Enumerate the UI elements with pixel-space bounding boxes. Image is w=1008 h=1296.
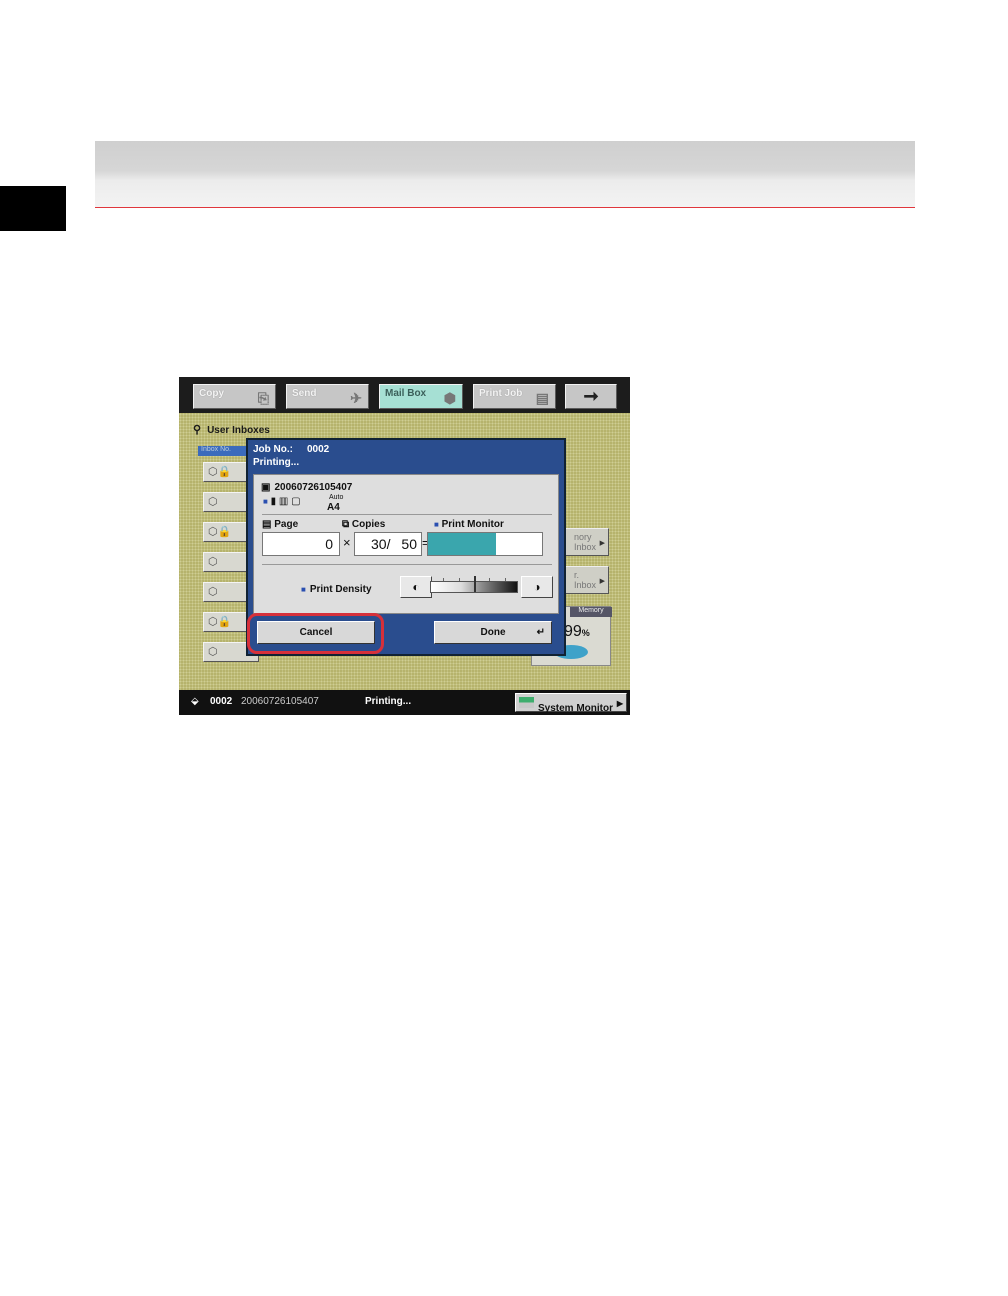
tray-icon: ▥ <box>278 496 289 507</box>
copies-done: 30/ <box>371 536 391 552</box>
tab-print-job-label: Print Job <box>479 388 523 399</box>
done-button[interactable]: Done ↵ <box>434 621 552 644</box>
print-monitor-text: Print Monitor <box>441 519 504 530</box>
chapter-tab <box>0 186 66 231</box>
tick <box>489 578 490 581</box>
top-tab-bar: Copy ⎘ Send ✈ Mail Box ⬢ Print Job ▤ ➞ <box>179 377 630 413</box>
density-slider[interactable] <box>430 576 518 593</box>
tab-copy-label: Copy <box>199 388 224 399</box>
job-number-label: Job No.: <box>253 444 293 455</box>
multiply-sign: × <box>343 535 351 550</box>
page-field: 0 <box>262 532 340 556</box>
enter-icon: ↵ <box>536 627 545 638</box>
job-number-value: 0002 <box>307 444 330 455</box>
document-icon: ▣ <box>261 482 271 493</box>
printer-status-icon: ⬙ <box>191 696 199 707</box>
chevron-right-icon: ▶ <box>599 540 605 547</box>
print-progress-fill <box>428 533 497 555</box>
page-header-text: Page <box>274 519 299 530</box>
system-monitor-icon <box>519 697 534 708</box>
job-status: Printing... <box>253 457 300 468</box>
bullet-icon: ■ <box>301 585 306 594</box>
memory-inbox-label: nory Inbox <box>574 532 597 552</box>
tab-more-button[interactable]: ➞ <box>565 384 617 409</box>
memory-unit: % <box>581 628 590 638</box>
memory-number: 99 <box>564 623 582 640</box>
bullet-icon: ■ <box>263 497 268 506</box>
printer-icon: ▤ <box>535 390 549 406</box>
copies-icon: ⧉ <box>342 519 350 530</box>
system-monitor-button[interactable]: System Monitor ▶ <box>515 693 627 714</box>
density-lighter-button[interactable]: ◐ <box>400 576 432 598</box>
job-detail-panel: ▣ 20060726105407 ■ ▮ ▥ ▢ Auto A4 ▤ Page ⧉… <box>253 474 559 614</box>
tab-mail-box-label: Mail Box <box>385 388 427 399</box>
status-job-no: 0002 <box>210 696 233 707</box>
header-band <box>95 141 915 207</box>
memory-label: Memory <box>570 607 612 617</box>
header-rule <box>95 207 915 208</box>
inbox-title: ⚲ User Inboxes <box>193 423 270 436</box>
print-density-text: Print Density <box>309 584 372 595</box>
system-inbox-label: r. Inbox <box>574 570 597 590</box>
tab-send[interactable]: Send ✈ <box>286 384 369 409</box>
chevron-right-icon: ▶ <box>599 578 605 585</box>
print-monitor-bar <box>427 532 543 556</box>
auto-label: Auto <box>329 494 344 501</box>
tab-copy[interactable]: Copy ⎘ <box>193 384 276 409</box>
tick <box>459 578 460 581</box>
send-plane-icon: ✈ <box>350 390 362 406</box>
half-circle-right-icon: ◑ <box>533 580 541 594</box>
paper-size: A4 <box>327 502 340 513</box>
paper-icon: ▢ <box>291 496 301 507</box>
document-name: ▣ 20060726105407 <box>261 482 352 493</box>
copies-total: 50 <box>401 536 417 552</box>
tick <box>443 578 444 581</box>
memory-value: 99% <box>564 623 590 641</box>
chevron-right-icon: ▶ <box>616 699 623 708</box>
tick <box>505 578 506 581</box>
copies-field: 30/ 50 <box>354 532 422 556</box>
job-number: Job No.: 0002 <box>253 444 329 455</box>
density-slider-thumb[interactable] <box>474 576 476 592</box>
memory-inbox-button[interactable]: nory Inbox ▶ <box>565 528 609 556</box>
cancel-highlight <box>247 613 384 654</box>
document-name-text: 20060726105407 <box>274 482 353 493</box>
half-circle-left-icon: ◐ <box>412 580 420 594</box>
bullet-icon: ■ <box>434 520 439 529</box>
done-label: Done <box>480 627 506 638</box>
print-density-label: ■ Print Density <box>301 584 372 595</box>
system-inbox-button[interactable]: r. Inbox ▶ <box>565 566 609 594</box>
divider <box>262 564 552 565</box>
system-monitor-label: System Monitor <box>538 703 614 714</box>
arrow-right-icon: ➞ <box>583 386 599 406</box>
copy-icon: ⎘ <box>257 390 269 406</box>
page-icon: ▤ <box>262 519 272 530</box>
density-darker-button[interactable]: ◑ <box>521 576 553 598</box>
tab-mail-box[interactable]: Mail Box ⬢ <box>379 384 463 409</box>
one-sided-icon: ▮ <box>270 496 277 507</box>
copies-header: ⧉ Copies <box>342 519 385 530</box>
page-header: ▤ Page <box>262 519 298 530</box>
status-text: Printing... <box>365 696 412 707</box>
status-doc-name: 20060726105407 <box>241 696 319 707</box>
device-screen: Copy ⎘ Send ✈ Mail Box ⬢ Print Job ▤ ➞ ⚲… <box>179 377 630 715</box>
copies-header-text: Copies <box>351 519 386 530</box>
print-mode: ■ ▮ ▥ ▢ Auto A4 <box>263 494 343 513</box>
user-icon: ⚲ <box>193 424 202 436</box>
mailbox-icon: ⬢ <box>443 390 456 406</box>
tab-print-job[interactable]: Print Job ▤ <box>473 384 556 409</box>
inbox-title-text: User Inboxes <box>207 425 270 436</box>
status-bar: ⬙ 0002 20060726105407 Printing... System… <box>179 690 630 715</box>
divider <box>262 514 552 515</box>
tab-send-label: Send <box>292 388 317 399</box>
print-monitor-header: ■ Print Monitor <box>434 519 504 530</box>
